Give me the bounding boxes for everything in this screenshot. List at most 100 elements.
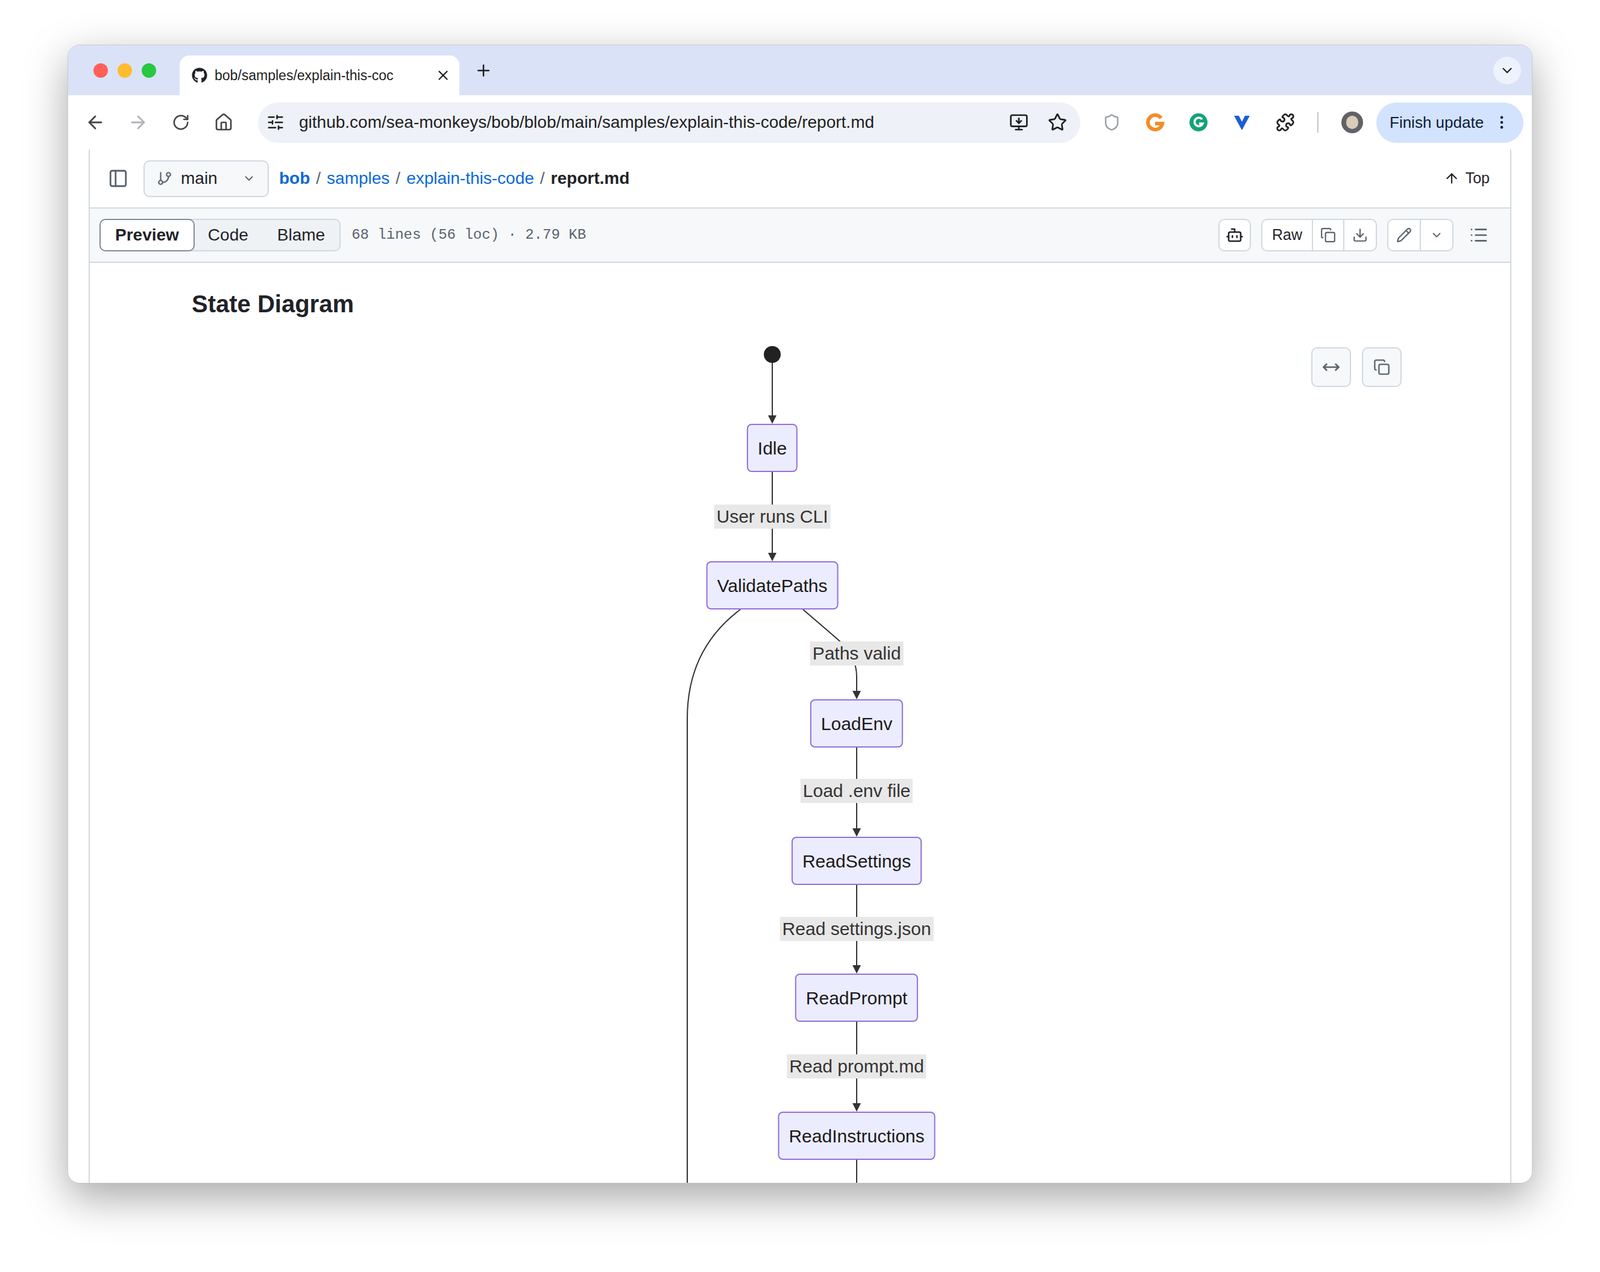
expand-arrows-icon	[1322, 358, 1341, 377]
state-node: ReadSettings	[791, 836, 922, 886]
forward-arrow-icon	[127, 112, 149, 133]
breadcrumb-item[interactable]: samples	[326, 165, 390, 192]
blue-heart-extension-icon	[1231, 112, 1253, 133]
breadcrumb-item[interactable]: bob	[279, 165, 310, 192]
raw-button-group: Raw	[1261, 218, 1377, 252]
download-button[interactable]	[1344, 220, 1376, 251]
extension-button[interactable]	[1220, 112, 1264, 133]
reload-button[interactable]	[159, 113, 202, 132]
tab-strip: bob/samples/explain-this-coc	[68, 45, 1532, 96]
transition-label: Load .env file	[800, 778, 913, 804]
copilot-icon	[1225, 226, 1244, 245]
view-switcher: PreviewCodeBlame	[99, 218, 341, 252]
sidebar-toggle-icon[interactable]	[107, 168, 129, 189]
breadcrumb-separator: /	[540, 165, 545, 192]
orange-g-extension-icon	[1144, 112, 1166, 133]
back-arrow-icon	[85, 112, 106, 133]
menu-dots-icon	[1493, 113, 1511, 131]
toolbar-separator	[1317, 112, 1319, 133]
state-node: ReadInstructions	[777, 1111, 936, 1160]
state-node: Idle	[746, 423, 798, 473]
copy-raw-button[interactable]	[1313, 220, 1345, 251]
screen: bob/samples/explain-this-coc github.com/s…	[0, 0, 1600, 1272]
raw-button[interactable]: Raw	[1262, 220, 1314, 251]
extension-button[interactable]	[1176, 112, 1221, 133]
transition-label: User runs CLI	[713, 504, 831, 529]
window-controls	[68, 63, 157, 78]
breadcrumb-item[interactable]: explain-this-code	[406, 165, 535, 192]
new-tab-icon[interactable]	[474, 61, 493, 80]
home-icon	[214, 112, 234, 133]
github-favicon-icon	[191, 67, 208, 84]
state-diagram: User runs CLI Paths valid Load .env file Re…	[89, 320, 1511, 1183]
extensions-button[interactable]	[1263, 112, 1308, 133]
site-info-icon[interactable]	[266, 113, 285, 132]
view-tab[interactable]: Preview	[99, 218, 195, 252]
view-tab[interactable]: Blame	[262, 220, 340, 251]
breadcrumb: bob/samples/explain-this-code/report.md	[279, 165, 630, 192]
back-button[interactable]	[73, 112, 117, 133]
download-icon	[1352, 227, 1368, 243]
chevron-down-icon	[1499, 62, 1515, 79]
puzzle-icon	[1275, 112, 1295, 133]
forward-button[interactable]	[116, 112, 160, 133]
branch-button[interactable]: main	[143, 160, 269, 198]
profile-avatar[interactable]	[1341, 111, 1364, 134]
finish-update-button[interactable]: Finish update	[1376, 102, 1524, 143]
bookmark-star-icon[interactable]	[1047, 112, 1068, 133]
file-header: PreviewCodeBlame 68 lines (56 loc) · 2.79…	[89, 208, 1511, 263]
breadcrumb-bar: mainbob/samples/explain-this-code/report…	[89, 149, 1511, 209]
extension-button[interactable]	[1133, 112, 1177, 133]
address-bar[interactable]: github.com/sea-monkeys/bob/blob/main/sam…	[258, 102, 1081, 143]
breadcrumb-item: report.md	[551, 165, 630, 192]
file-info: 68 lines (56 loc) · 2.79 KB	[351, 224, 586, 246]
initial-transition	[763, 346, 781, 423]
breadcrumb-separator: /	[315, 165, 321, 192]
chevron-down-icon	[242, 171, 256, 186]
edit-button-group	[1387, 218, 1454, 252]
state-node: ReadPrompt	[795, 973, 919, 1022]
outline-icon[interactable]	[1469, 225, 1489, 245]
toolbar: github.com/sea-monkeys/bob/blob/main/sam…	[68, 95, 1532, 150]
copilot-button[interactable]	[1218, 218, 1251, 252]
state-node: LoadEnv	[810, 699, 904, 748]
transition-label: Read prompt.md	[786, 1054, 926, 1079]
chevron-down-icon	[1429, 228, 1444, 242]
transition-label: Read settings.json	[780, 916, 934, 942]
url-text[interactable]: github.com/sea-monkeys/bob/blob/main/sam…	[299, 109, 1010, 136]
branch-icon	[156, 170, 173, 187]
browser-window: bob/samples/explain-this-coc github.com/s…	[67, 44, 1533, 1184]
minimize-window-button[interactable]	[117, 63, 133, 78]
copy-icon	[1320, 227, 1336, 243]
section-heading: State Diagram	[89, 262, 1511, 319]
top-link[interactable]: Top	[1443, 166, 1490, 190]
home-button[interactable]	[201, 112, 245, 133]
shield-extension-icon	[1102, 113, 1121, 132]
edit-button[interactable]	[1388, 220, 1421, 251]
transition-edge	[687, 609, 741, 1183]
tab-search-button[interactable]	[1493, 56, 1522, 85]
maximize-window-button[interactable]	[141, 63, 157, 78]
edit-options-button[interactable]	[1420, 220, 1453, 251]
close-tab-icon[interactable]	[435, 67, 451, 84]
breadcrumb-separator: /	[395, 165, 401, 192]
view-tab[interactable]: Code	[193, 220, 263, 251]
file-panel: mainbob/samples/explain-this-code/report…	[88, 149, 1512, 1183]
page: mainbob/samples/explain-this-code/report…	[68, 149, 1532, 1183]
close-window-button[interactable]	[93, 63, 108, 78]
arrow-up-icon	[1443, 170, 1460, 187]
state-node: ValidatePaths	[706, 561, 839, 610]
copy-icon	[1373, 358, 1391, 376]
diagram-edges	[89, 320, 1511, 1183]
browser-tab[interactable]: bob/samples/explain-this-coc	[179, 55, 460, 96]
extension-button[interactable]	[1089, 113, 1134, 132]
markdown-body: State Diagram User runs CLI Paths valid Loa…	[89, 262, 1511, 1183]
grammarly-extension-icon	[1188, 112, 1209, 133]
install-app-icon[interactable]	[1009, 112, 1029, 133]
reload-icon	[171, 113, 190, 132]
copy-diagram-button[interactable]	[1361, 347, 1402, 388]
transition-label: Paths valid	[810, 641, 904, 666]
fullscreen-diagram-button[interactable]	[1311, 347, 1352, 388]
avatar-face-icon	[1346, 115, 1359, 130]
transition-edge	[856, 1159, 858, 1183]
